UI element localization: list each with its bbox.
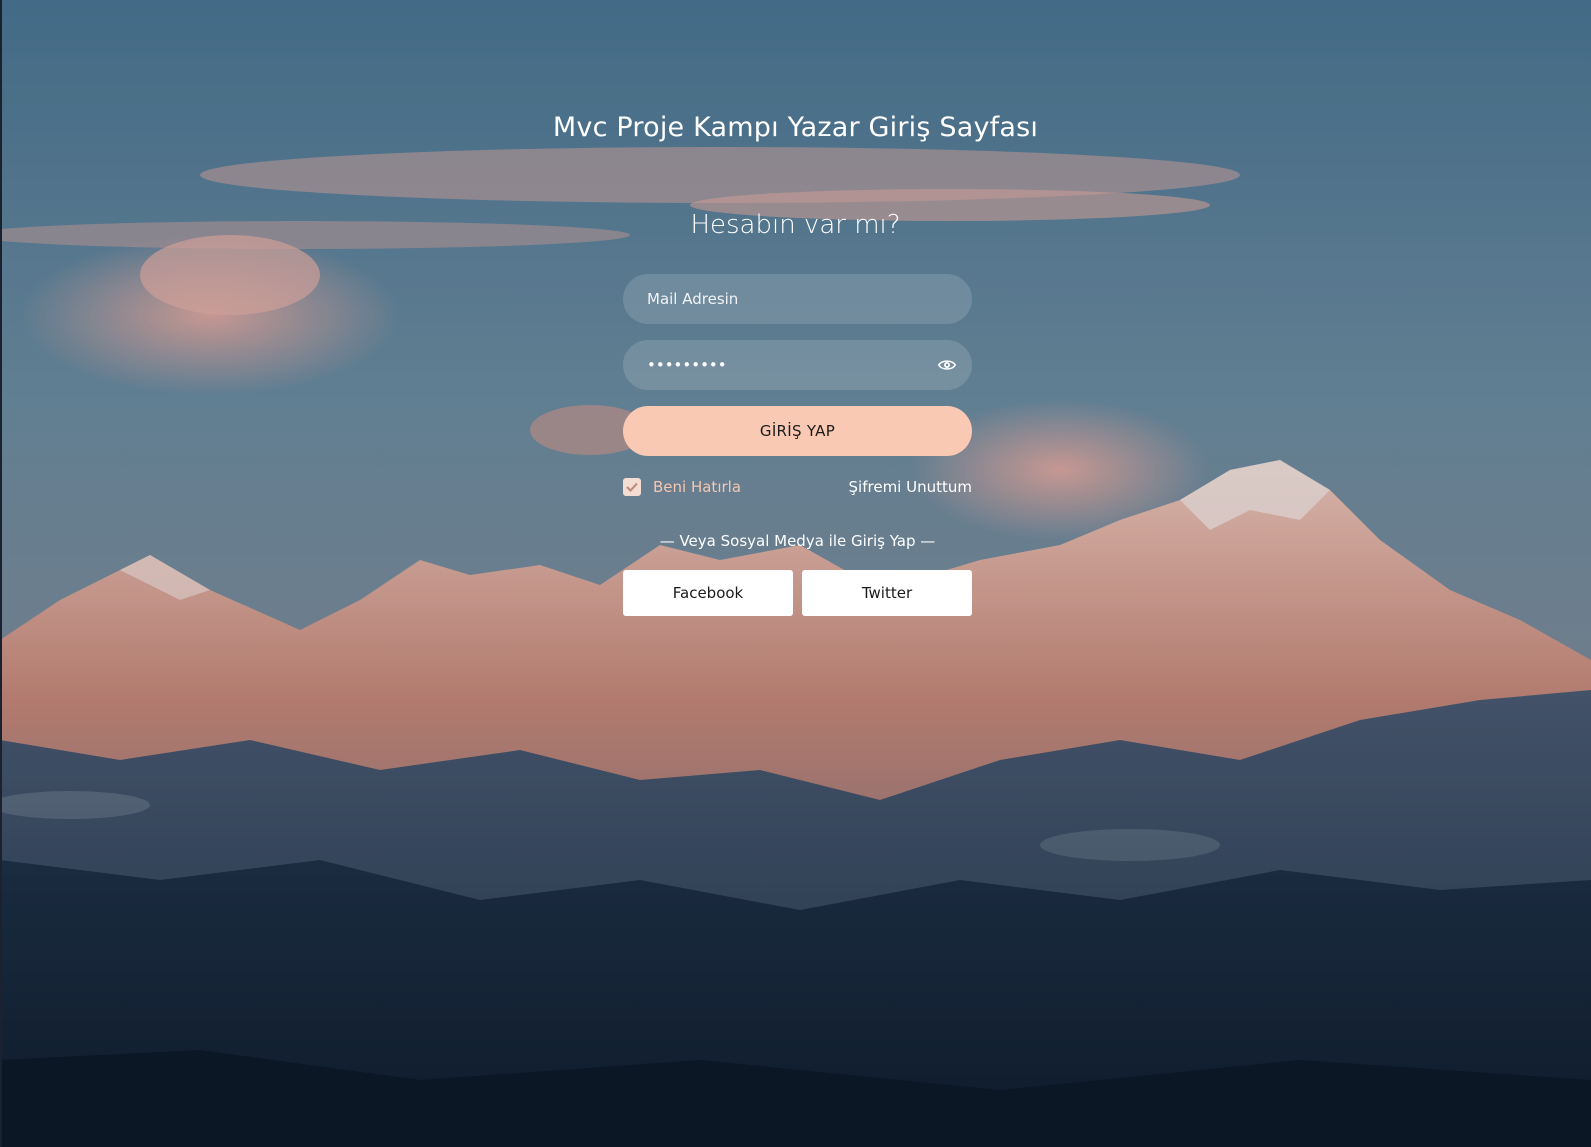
checkbox-checked-icon[interactable] (623, 478, 641, 496)
login-form: GİRİŞ YAP Beni Hatırla Şifremi Unuttum —… (623, 274, 972, 616)
social-login-buttons: Facebook Twitter (623, 570, 972, 616)
email-field[interactable] (645, 289, 950, 309)
forgot-password-link[interactable]: Şifremi Unuttum (849, 478, 972, 496)
page-title: Mvc Proje Kampı Yazar Giriş Sayfası (552, 112, 1039, 143)
login-page: Mvc Proje Kampı Yazar Giriş Sayfası Hesa… (0, 0, 1591, 1147)
email-field-wrapper (623, 274, 972, 324)
password-field-wrapper (623, 340, 972, 390)
twitter-login-button[interactable]: Twitter (802, 570, 972, 616)
remember-me-checkbox[interactable]: Beni Hatırla (623, 478, 741, 496)
remember-me-label: Beni Hatırla (653, 478, 742, 496)
login-button[interactable]: GİRİŞ YAP (623, 406, 972, 456)
password-field[interactable] (645, 355, 950, 375)
facebook-login-button[interactable]: Facebook (623, 570, 793, 616)
login-options-row: Beni Hatırla Şifremi Unuttum (623, 476, 972, 498)
window-edge (0, 0, 2, 1147)
social-login-divider: — Veya Sosyal Medya ile Giriş Yap — (659, 532, 936, 550)
eye-icon[interactable] (938, 357, 956, 373)
login-subtitle: Hesabın var mı? (690, 210, 901, 240)
